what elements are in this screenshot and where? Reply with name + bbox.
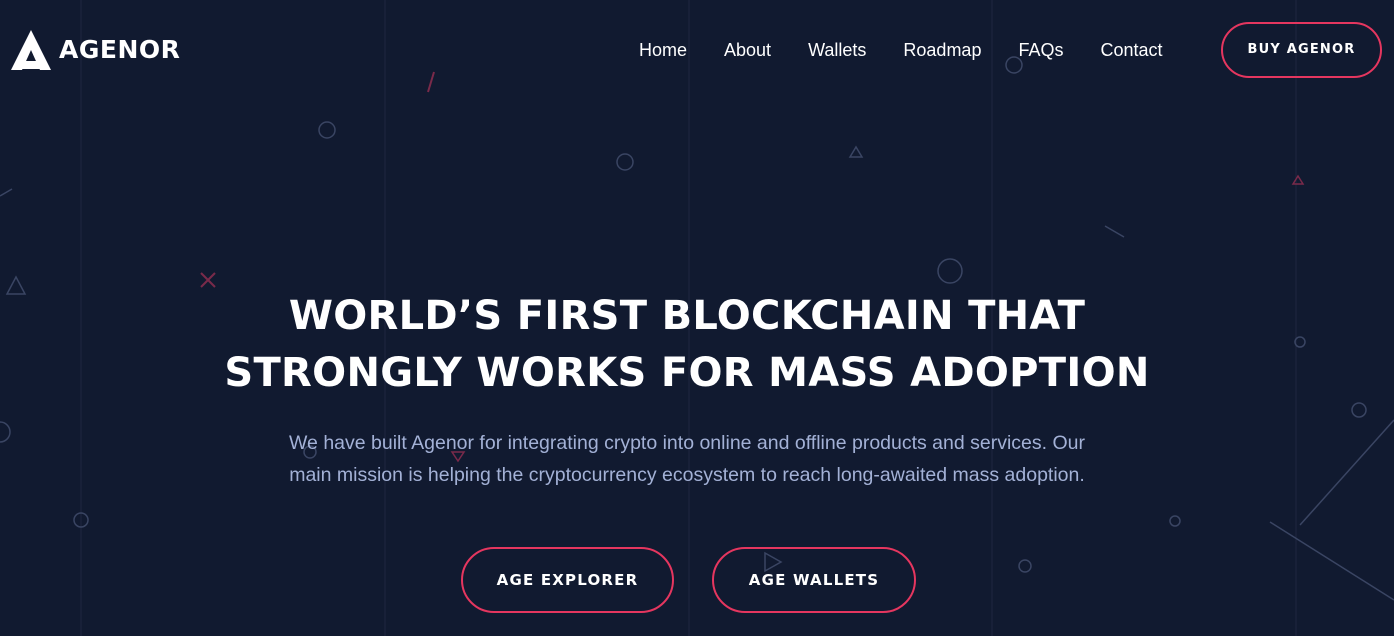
hero-section: WORLD’S FIRST BLOCKCHAIN THAT STRONGLY W…	[0, 0, 1394, 636]
hero-subtitle-line-1: We have built Agenor for integrating cry…	[289, 432, 1085, 454]
age-wallets-button[interactable]: AGE WALLETS	[712, 547, 916, 613]
age-explorer-button[interactable]: AGE EXPLORER	[461, 547, 674, 613]
hero-subtitle: We have built Agenor for integrating cry…	[247, 427, 1127, 491]
hero-subtitle-line-2: main mission is helping the cryptocurren…	[289, 464, 1085, 486]
hero-title: WORLD’S FIRST BLOCKCHAIN THAT STRONGLY W…	[197, 288, 1177, 402]
hero-title-line-2: STRONGLY WORKS FOR MASS ADOPTION	[224, 350, 1150, 396]
hero-title-line-1: WORLD’S FIRST BLOCKCHAIN THAT	[288, 293, 1086, 339]
